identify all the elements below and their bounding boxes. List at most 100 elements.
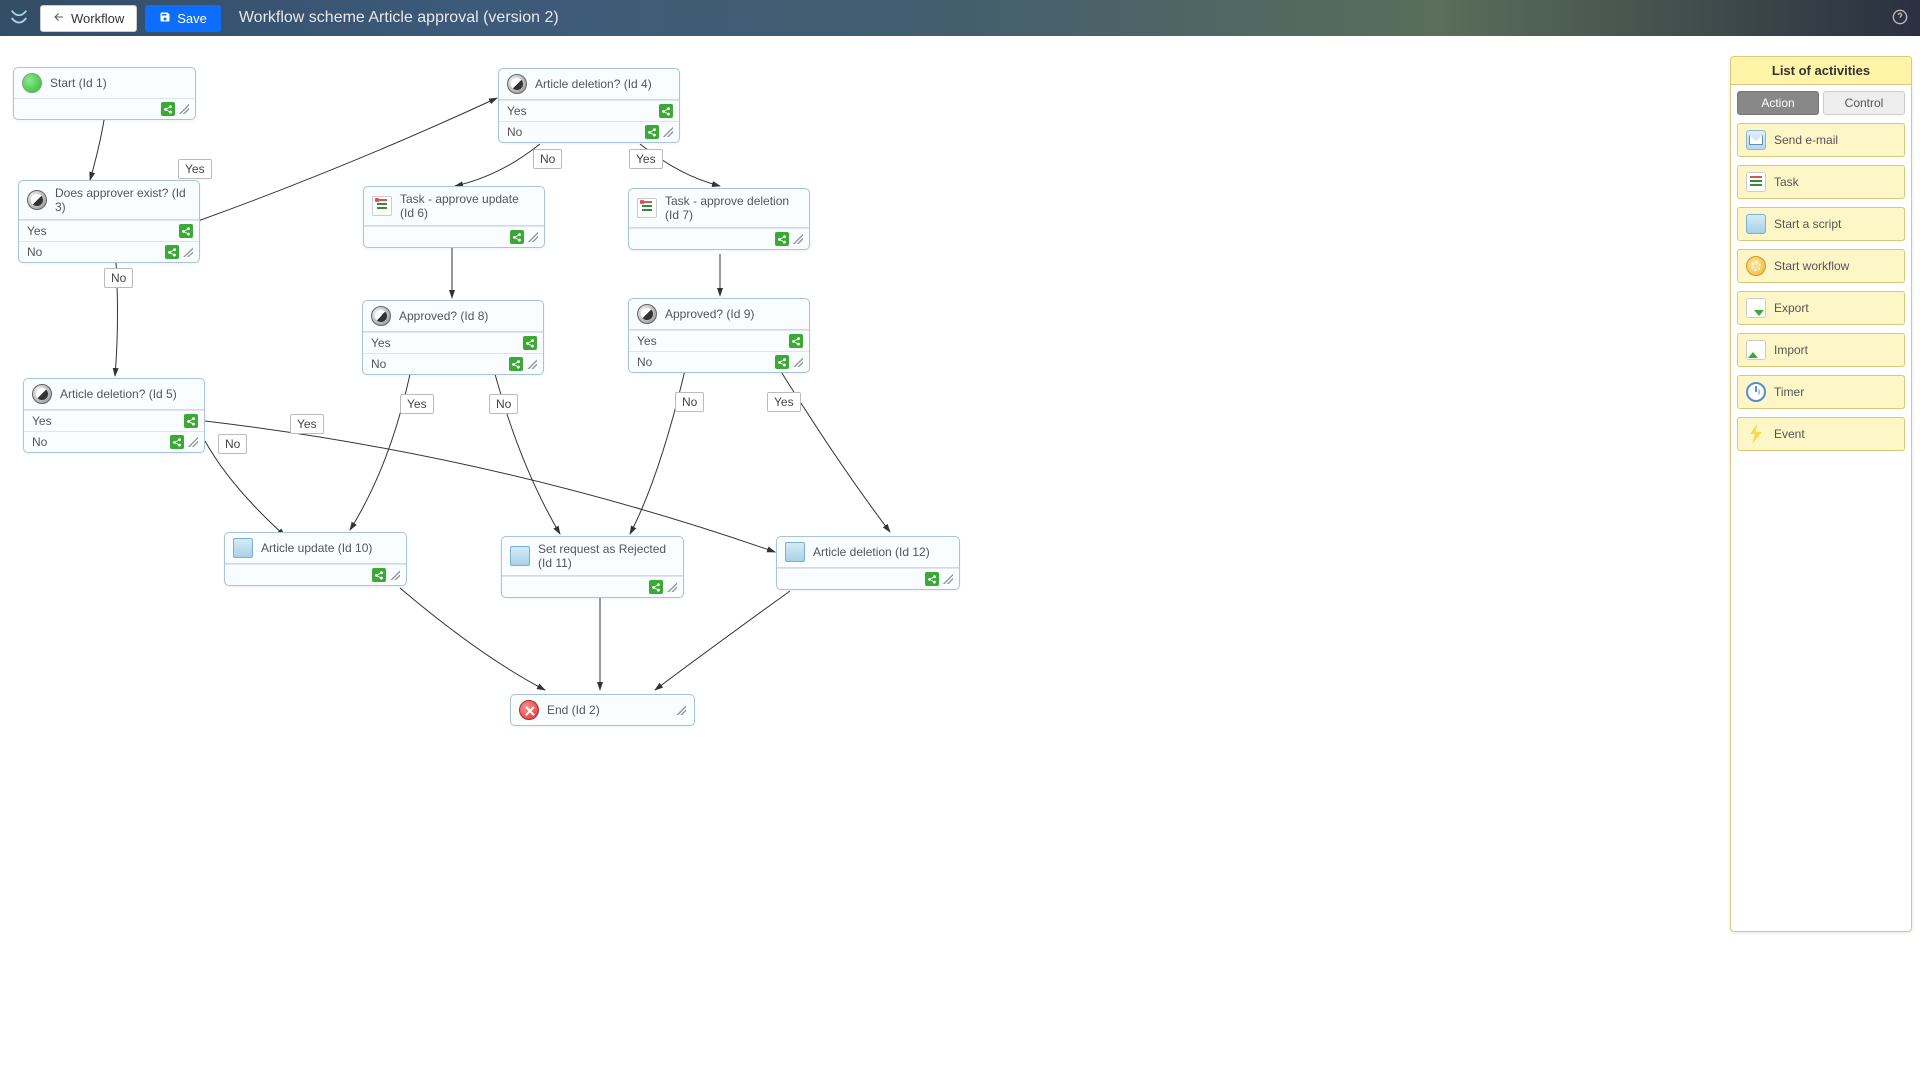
node-title: End (Id 2): [547, 703, 600, 717]
resize-handle[interactable]: [179, 104, 189, 114]
save-button-label: Save: [177, 11, 207, 26]
node-title: Approved? (Id 8): [399, 309, 488, 323]
node-end[interactable]: End (Id 2): [510, 694, 695, 726]
node-decision-approver-exists[interactable]: Does approver exist? (Id 3) Yes No: [18, 180, 200, 263]
connector-port[interactable]: [161, 102, 175, 116]
activity-label: Task: [1774, 175, 1799, 189]
node-title: Task - approve deletion (Id 7): [665, 194, 801, 222]
connector-port[interactable]: [510, 230, 524, 244]
connector-port[interactable]: [649, 580, 663, 594]
branch-yes: Yes: [371, 336, 391, 350]
connector-port[interactable]: [509, 357, 523, 371]
edge-label-yes[interactable]: Yes: [290, 414, 324, 434]
decision-icon: [507, 74, 527, 94]
connector-port[interactable]: [165, 245, 179, 259]
connector-port[interactable]: [775, 232, 789, 246]
connector-port[interactable]: [179, 224, 193, 238]
resize-handle[interactable]: [663, 127, 673, 137]
activity-label: Import: [1774, 343, 1808, 357]
task-icon: [1746, 172, 1766, 192]
resize-handle[interactable]: [188, 437, 198, 447]
branch-no: No: [507, 125, 522, 139]
node-script-article-update[interactable]: Article update (Id 10): [224, 532, 407, 586]
panel-title: List of activities: [1731, 57, 1911, 85]
app-header: Workflow Save Workflow scheme Article ap…: [0, 0, 1920, 36]
connector-port[interactable]: [775, 355, 789, 369]
activity-event[interactable]: Event: [1737, 417, 1905, 451]
decision-icon: [371, 306, 391, 326]
script-icon: [510, 546, 530, 566]
save-button[interactable]: Save: [145, 5, 221, 32]
activity-export[interactable]: Export: [1737, 291, 1905, 325]
resize-handle[interactable]: [793, 357, 803, 367]
node-title: Article deletion? (Id 4): [535, 77, 652, 91]
node-title: Approved? (Id 9): [665, 307, 754, 321]
resize-handle[interactable]: [183, 247, 193, 257]
edge-label-no[interactable]: No: [489, 394, 518, 414]
edge-label-no[interactable]: No: [218, 434, 247, 454]
connector-port[interactable]: [789, 334, 803, 348]
edge-label-no[interactable]: No: [104, 268, 133, 288]
resize-handle[interactable]: [793, 234, 803, 244]
node-title: Article deletion (Id 12): [813, 545, 930, 559]
edge-label-yes[interactable]: Yes: [400, 394, 434, 414]
connector-port[interactable]: [523, 336, 537, 350]
resize-handle[interactable]: [528, 232, 538, 242]
node-title: Start (Id 1): [50, 76, 107, 90]
node-title: Does approver exist? (Id 3): [55, 186, 191, 214]
import-icon: [1746, 340, 1766, 360]
save-icon: [159, 11, 171, 26]
activity-label: Start workflow: [1774, 259, 1849, 273]
edge-label-yes[interactable]: Yes: [178, 159, 212, 179]
tab-action[interactable]: Action: [1737, 91, 1819, 115]
activities-panel: List of activities Action Control Send e…: [1730, 56, 1912, 932]
node-script-article-deletion[interactable]: Article deletion (Id 12): [776, 536, 960, 590]
node-title: Task - approve update (Id 6): [400, 192, 536, 220]
activity-timer[interactable]: Timer: [1737, 375, 1905, 409]
workflow-canvas[interactable]: Yes No No Yes Yes No No Yes Yes No Start…: [0, 36, 1920, 1080]
edge-label-no[interactable]: No: [533, 149, 562, 169]
connector-port[interactable]: [645, 125, 659, 139]
activity-import[interactable]: Import: [1737, 333, 1905, 367]
connector-port[interactable]: [170, 435, 184, 449]
workflow-button[interactable]: Workflow: [40, 5, 137, 32]
branch-no: No: [637, 355, 652, 369]
help-icon[interactable]: [1892, 9, 1908, 25]
node-task-approve-deletion[interactable]: Task - approve deletion (Id 7): [628, 188, 810, 250]
connector-port[interactable]: [659, 104, 673, 118]
end-icon: [519, 700, 539, 720]
activity-label: Event: [1774, 427, 1805, 441]
edge-label-yes[interactable]: Yes: [767, 392, 801, 412]
activity-task[interactable]: Task: [1737, 165, 1905, 199]
app-logo-icon: [8, 7, 30, 29]
node-script-set-rejected[interactable]: Set request as Rejected (Id 11): [501, 536, 684, 598]
workflow-button-label: Workflow: [71, 11, 124, 26]
node-decision-approved-8[interactable]: Approved? (Id 8) Yes No: [362, 300, 544, 375]
node-decision-article-deletion-5[interactable]: Article deletion? (Id 5) Yes No: [23, 378, 205, 453]
page-title: Workflow scheme Article approval (versio…: [239, 9, 559, 27]
resize-handle[interactable]: [390, 570, 400, 580]
node-decision-approved-9[interactable]: Approved? (Id 9) Yes No: [628, 298, 810, 373]
connector-port[interactable]: [184, 414, 198, 428]
start-icon: [22, 73, 42, 93]
tab-control[interactable]: Control: [1823, 91, 1905, 115]
resize-handle[interactable]: [943, 574, 953, 584]
resize-handle[interactable]: [527, 359, 537, 369]
node-decision-article-deletion-4[interactable]: Article deletion? (Id 4) Yes No: [498, 68, 680, 143]
event-icon: [1746, 424, 1766, 444]
activity-send-email[interactable]: Send e-mail: [1737, 123, 1905, 157]
node-task-approve-update[interactable]: Task - approve update (Id 6): [363, 186, 545, 248]
mail-icon: [1746, 130, 1766, 150]
connector-port[interactable]: [372, 568, 386, 582]
node-title: Set request as Rejected (Id 11): [538, 542, 675, 570]
activity-label: Export: [1774, 301, 1809, 315]
edge-label-no[interactable]: No: [675, 392, 704, 412]
activity-start-script[interactable]: Start a script: [1737, 207, 1905, 241]
edge-label-yes[interactable]: Yes: [629, 149, 663, 169]
resize-handle[interactable]: [676, 705, 686, 715]
activity-label: Start a script: [1774, 217, 1841, 231]
resize-handle[interactable]: [667, 582, 677, 592]
connector-port[interactable]: [925, 572, 939, 586]
node-start[interactable]: Start (Id 1): [13, 67, 196, 120]
activity-start-workflow[interactable]: Start workflow: [1737, 249, 1905, 283]
